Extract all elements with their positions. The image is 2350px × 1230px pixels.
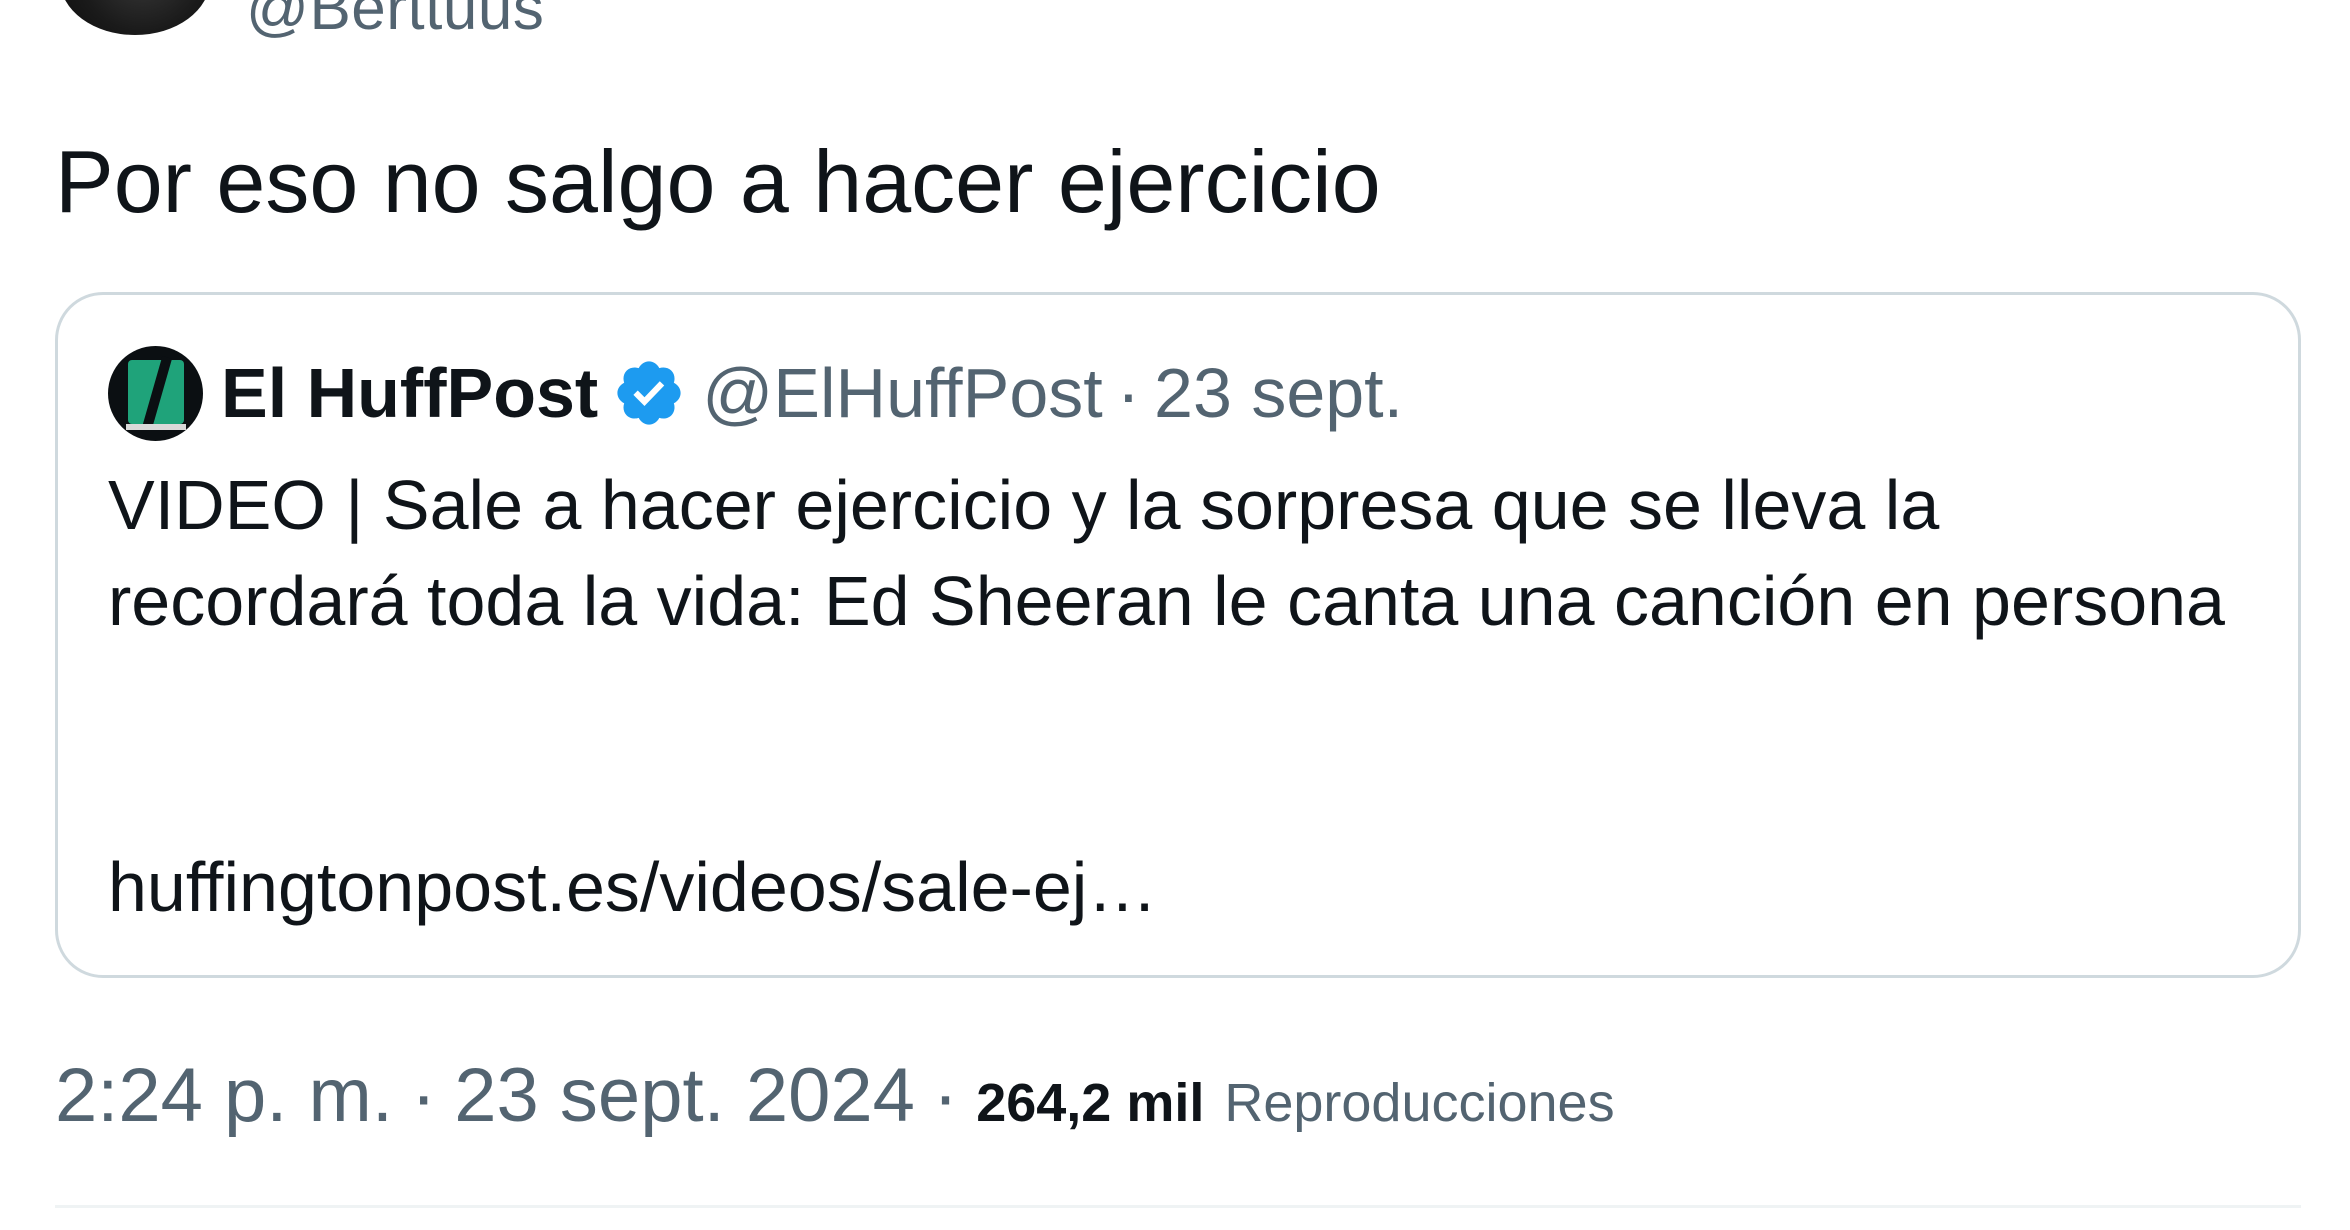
quoted-tweet-text-content: VIDEO | Sale a hacer ejercicio y la sorp… <box>108 466 2225 640</box>
tweet-text: Por eso no salgo a hacer ejercicio <box>55 132 1381 231</box>
quoted-author-avatar[interactable] <box>108 345 203 441</box>
quoted-tweet-date[interactable]: 23 sept. <box>1154 353 1403 433</box>
quoted-tweet-text: VIDEO | Sale a hacer ejercicio y la sorp… <box>108 457 2248 649</box>
tweet-meta: 2:24 p. m. · 23 sept. 2024 · 264,2 mil R… <box>55 1052 1615 1139</box>
verified-badge-icon <box>617 361 681 425</box>
quoted-author-name[interactable]: El HuffPost <box>221 353 598 433</box>
quoted-tweet-header: El HuffPost @ElHuffPost · 23 sept. <box>108 343 1403 443</box>
tweet-date[interactable]: 23 sept. 2024 <box>454 1052 915 1139</box>
header-separator: · <box>1116 354 1141 432</box>
author-avatar[interactable] <box>60 0 210 35</box>
quoted-tweet-card[interactable]: El HuffPost @ElHuffPost · 23 sept. VIDEO… <box>55 292 2301 978</box>
quoted-tweet-link[interactable]: huffingtonpost.es/videos/sale-ej… <box>108 839 1157 935</box>
author-handle[interactable]: @Berttuus <box>246 0 544 40</box>
views-count[interactable]: 264,2 mil <box>976 1072 1204 1134</box>
meta-separator: · <box>410 1053 437 1138</box>
divider <box>55 1205 2301 1208</box>
quoted-author-handle[interactable]: @ElHuffPost <box>702 353 1102 433</box>
tweet-time[interactable]: 2:24 p. m. <box>55 1052 393 1139</box>
views-label[interactable]: Reproducciones <box>1224 1072 1614 1134</box>
meta-separator-2: · <box>932 1053 959 1138</box>
